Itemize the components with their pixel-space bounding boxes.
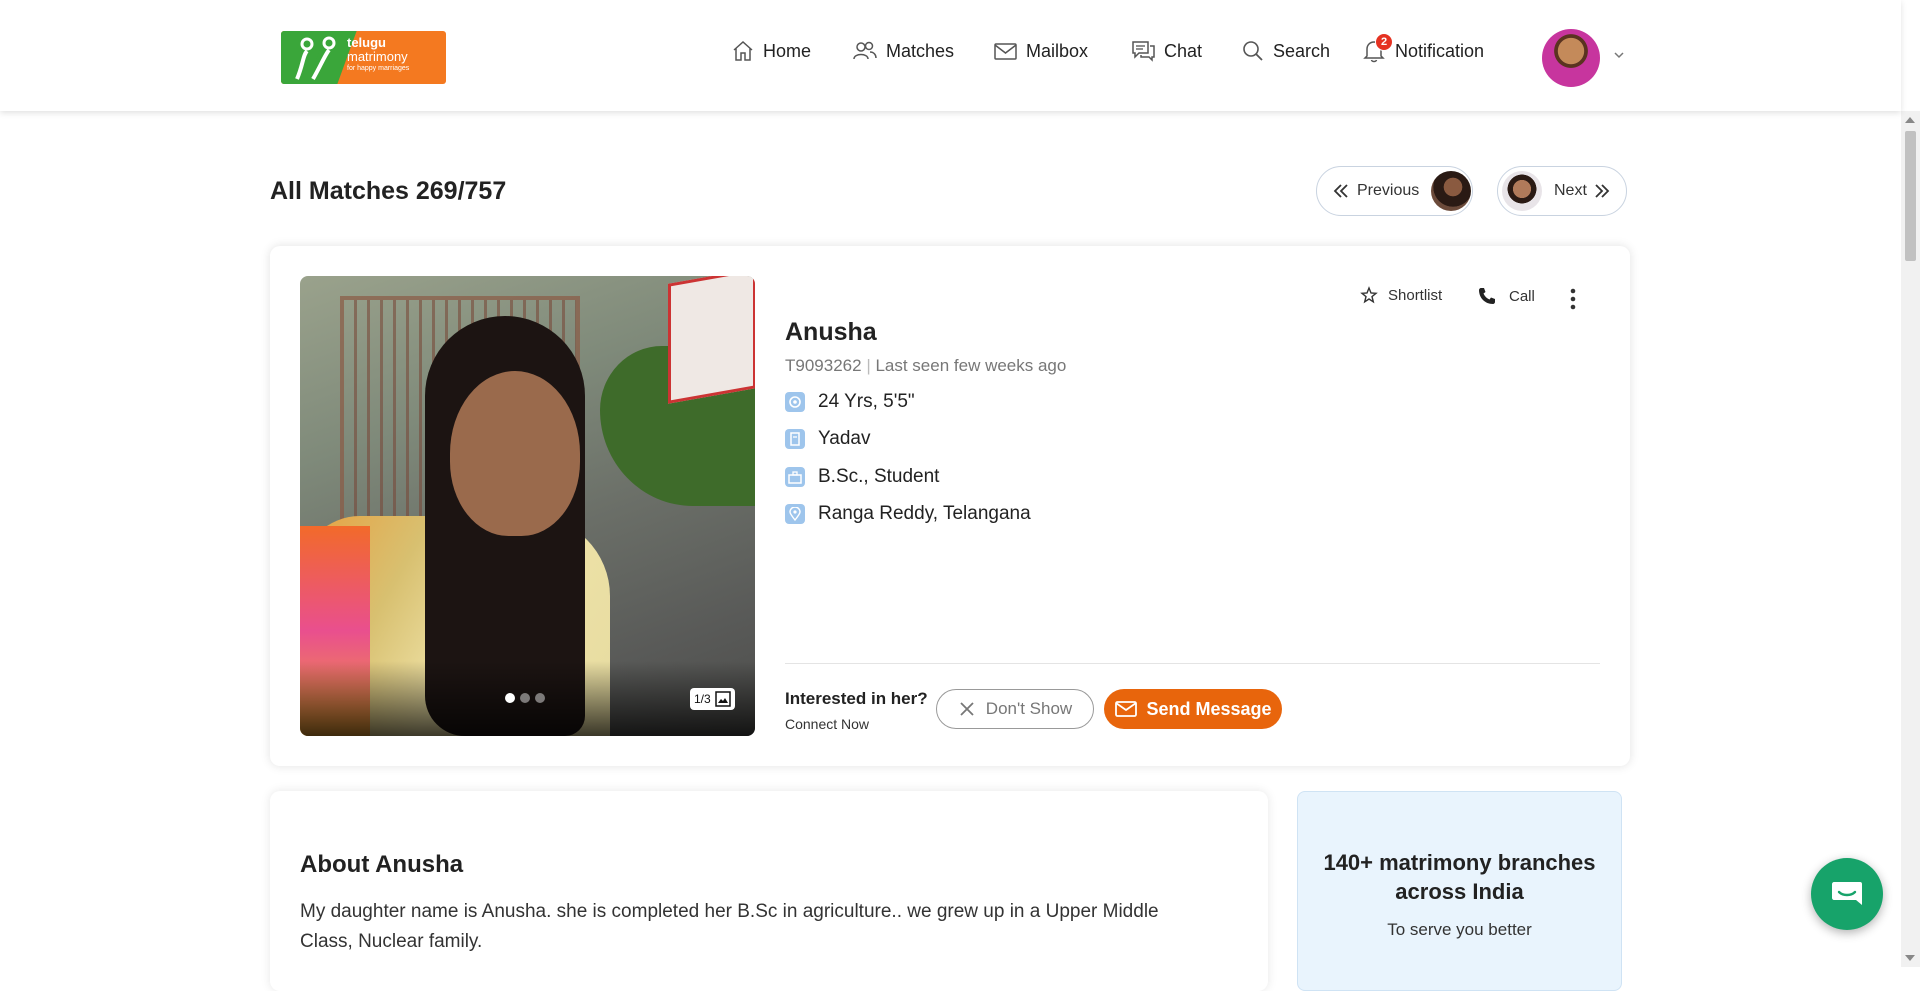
envelope-icon xyxy=(1115,701,1138,717)
next-profile-button[interactable]: Next xyxy=(1497,166,1627,216)
age-height-row: 24 Yrs, 5'5" xyxy=(785,391,915,413)
previous-profile-thumbnail xyxy=(1431,171,1472,211)
send-message-label: Send Message xyxy=(1146,698,1272,719)
branches-subtitle: To serve you better xyxy=(1387,920,1532,939)
chat-bubble-icon xyxy=(1832,882,1862,905)
send-message-button[interactable]: Send Message xyxy=(1104,689,1282,729)
nav-search-label: Search xyxy=(1273,40,1331,61)
about-card: About Anusha My daughter name is Anusha.… xyxy=(270,791,1268,991)
nav-matches[interactable]: Matches xyxy=(852,36,954,66)
shortlist-label: Shortlist xyxy=(1388,286,1443,304)
logo-text: telugu matrimony for happy marriages xyxy=(347,36,409,73)
search-icon xyxy=(1243,41,1263,61)
user-avatar[interactable] xyxy=(1542,29,1600,87)
scroll-thumb[interactable] xyxy=(1905,131,1916,261)
age-icon xyxy=(785,392,805,412)
education-occupation: B.Sc., Student xyxy=(818,466,940,487)
call-button[interactable]: Call xyxy=(1477,286,1535,306)
interested-label: Interested in her? xyxy=(785,689,928,708)
nav-chat-label: Chat xyxy=(1164,40,1203,61)
mail-icon xyxy=(994,43,1017,60)
page-scrollbar[interactable] xyxy=(1901,111,1920,967)
matches-icon xyxy=(853,41,877,60)
photo-counter[interactable]: 1/3 xyxy=(690,688,735,710)
nav-notification-label: Notification xyxy=(1395,40,1485,61)
dont-show-label: Don't Show xyxy=(985,699,1073,718)
chat-support-button[interactable] xyxy=(1811,858,1883,930)
telugu-matrimony-logo[interactable]: telugu matrimony for happy marriages xyxy=(281,31,446,84)
card-divider xyxy=(785,663,1600,664)
about-text: My daughter name is Anusha. she is compl… xyxy=(300,901,1159,952)
location-pin-icon xyxy=(785,504,805,524)
dont-show-button[interactable]: Don't Show xyxy=(936,689,1094,729)
gallery-icon xyxy=(714,691,731,707)
photo-carousel-dots[interactable] xyxy=(505,693,545,703)
next-label: Next xyxy=(1554,182,1587,199)
profile-name: Anusha xyxy=(785,318,877,346)
carousel-dot-3[interactable] xyxy=(535,693,545,703)
logo-tagline: for happy marriages xyxy=(347,65,410,73)
scroll-down-arrow[interactable] xyxy=(1905,955,1915,961)
star-icon xyxy=(1360,286,1378,304)
home-icon xyxy=(733,40,753,61)
previous-label: Previous xyxy=(1357,182,1420,199)
more-options-icon[interactable] xyxy=(1570,288,1576,310)
caste: Yadav xyxy=(818,428,871,449)
about-title: About Anusha xyxy=(300,851,464,878)
branches-promo-card[interactable]: 140+ matrimony branches across India To … xyxy=(1297,791,1622,991)
photo-bg-sign xyxy=(668,276,755,404)
scroll-up-arrow[interactable] xyxy=(1905,117,1915,123)
phone-icon xyxy=(1479,288,1495,304)
call-label: Call xyxy=(1509,287,1535,305)
caste-row: Yadav xyxy=(785,428,870,450)
double-chevron-right-icon xyxy=(1595,184,1610,198)
branches-title: 140+ matrimony branches across India xyxy=(1323,850,1596,904)
logo-line-2: matrimony xyxy=(347,48,408,64)
profile-id: T9093262 xyxy=(785,356,862,375)
page-title: All Matches 269/757 xyxy=(270,177,507,205)
profile-photo[interactable]: 1/3 xyxy=(300,276,755,736)
previous-profile-button[interactable]: Previous xyxy=(1316,166,1473,216)
logo-line-1: telugu xyxy=(347,35,386,50)
photo-counter-text: 1/3 xyxy=(694,692,711,706)
profile-id-line: T9093262 | Last seen few weeks ago xyxy=(785,356,1066,376)
nav-matches-label: Matches xyxy=(886,40,955,61)
nav-chat[interactable]: Chat xyxy=(1131,36,1202,66)
next-profile-thumbnail xyxy=(1502,171,1542,211)
carousel-dot-2[interactable] xyxy=(520,693,530,703)
nav-mailbox-label: Mailbox xyxy=(1026,40,1089,61)
nav-search[interactable]: Search xyxy=(1241,36,1330,66)
nav-notification[interactable]: 2 Notification xyxy=(1361,33,1485,66)
location-row: Ranga Reddy, Telangana xyxy=(785,503,1031,525)
nav-mailbox[interactable]: Mailbox xyxy=(993,36,1088,66)
nav-home-label: Home xyxy=(763,40,812,61)
double-chevron-left-icon xyxy=(1333,184,1348,198)
briefcase-icon xyxy=(785,467,805,487)
location: Ranga Reddy, Telangana xyxy=(818,503,1031,524)
age-height: 24 Yrs, 5'5" xyxy=(818,391,915,412)
chat-icon xyxy=(1132,41,1155,62)
last-seen: Last seen few weeks ago xyxy=(875,356,1067,375)
profile-card: 1/3 Shortlist Call Anusha T9093262 | Las… xyxy=(270,246,1630,766)
shortlist-button[interactable]: Shortlist xyxy=(1360,286,1442,304)
top-header: telugu matrimony for happy marriages Hom… xyxy=(0,0,1901,111)
carousel-dot-1[interactable] xyxy=(505,693,515,703)
nav-home[interactable]: Home xyxy=(731,36,811,66)
logo-couple-icon xyxy=(295,36,336,80)
chevron-down-icon[interactable] xyxy=(1612,48,1626,62)
connect-now-label: Connect Now xyxy=(785,716,870,732)
community-icon xyxy=(785,429,805,449)
notification-count-badge: 2 xyxy=(1375,33,1393,51)
education-row: B.Sc., Student xyxy=(785,466,939,488)
photo-subject-face xyxy=(450,371,580,536)
close-icon xyxy=(960,702,974,716)
